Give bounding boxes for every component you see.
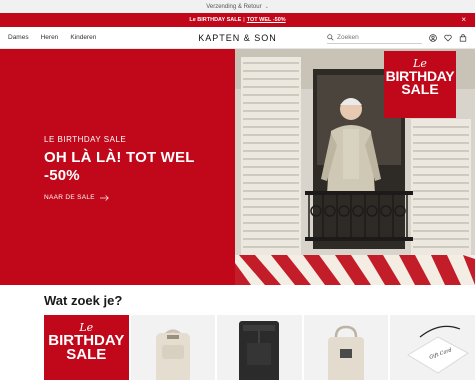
search-bar[interactable] — [327, 31, 422, 44]
promo-link[interactable]: TOT WEL -50% — [247, 17, 286, 23]
hero-photo: Le BIRTHDAY SALE — [235, 49, 475, 285]
beige-backpack-icon — [155, 329, 190, 380]
sale-cta-link[interactable]: NAAR DE SALE — [44, 194, 235, 201]
nav-link-kinderen[interactable]: Kinderen — [70, 34, 96, 41]
category-tile-gift-card[interactable]: Gift Card — [390, 315, 475, 380]
nav-link-heren[interactable]: Heren — [41, 34, 59, 41]
section-title: Wat zoek je? — [44, 293, 123, 308]
brand-logo[interactable]: KAPTEN & SON — [198, 33, 277, 43]
chevron-down-icon: ⌄ — [264, 3, 269, 10]
category-grid: Le BIRTHDAY SALE Gift Card — [0, 315, 475, 380]
main-navigation: Dames Heren Kinderen KAPTEN & SON — [0, 27, 475, 49]
category-tile-bag-beige[interactable] — [303, 315, 389, 380]
category-tile-backpack-beige[interactable] — [130, 315, 216, 380]
promo-separator: | — [243, 17, 245, 23]
arrow-right-icon — [99, 194, 109, 201]
account-icon[interactable] — [429, 33, 437, 42]
shopping-bag-icon[interactable] — [459, 33, 467, 42]
hero-banner[interactable]: LE BIRTHDAY SALE OH LÀ LÀ! TOT WEL -50% … — [0, 49, 475, 285]
hero-text-panel: LE BIRTHDAY SALE OH LÀ LÀ! TOT WEL -50% … — [0, 49, 235, 285]
search-icon — [327, 33, 334, 41]
hero-kicker: LE BIRTHDAY SALE — [44, 135, 127, 144]
badge-line2: SALE — [401, 81, 439, 97]
hero-headline-line2: -50% — [44, 167, 80, 184]
nav-link-dames[interactable]: Dames — [8, 34, 29, 41]
hero-headline: OH LÀ LÀ! TOT WEL -50% — [44, 149, 235, 185]
close-icon[interactable]: × — [461, 15, 466, 24]
gift-card-icon: Gift Card — [407, 325, 470, 374]
beige-bag-icon — [327, 325, 364, 380]
category-tile-backpack-black[interactable] — [217, 315, 302, 380]
heart-icon[interactable] — [444, 34, 452, 42]
search-input[interactable] — [337, 33, 415, 41]
hero-headline-line1: OH LÀ LÀ! TOT WEL — [44, 149, 195, 166]
birthday-sale-badge: Le BIRTHDAY SALE — [384, 51, 456, 118]
shipping-info-bar[interactable]: Verzending & Retour ⌄ — [0, 0, 475, 13]
sale-cta-label: NAAR DE SALE — [44, 194, 95, 201]
promo-text: Le BIRTHDAY SALE — [189, 17, 242, 23]
promo-banner: Le BIRTHDAY SALE | TOT WEL -50% × — [0, 13, 475, 27]
category-tile-sale[interactable]: Le BIRTHDAY SALE — [44, 315, 129, 380]
tile-line2: SALE — [66, 346, 107, 363]
shipping-info-label: Verzending & Retour — [206, 3, 262, 10]
black-backpack-icon — [239, 321, 280, 380]
